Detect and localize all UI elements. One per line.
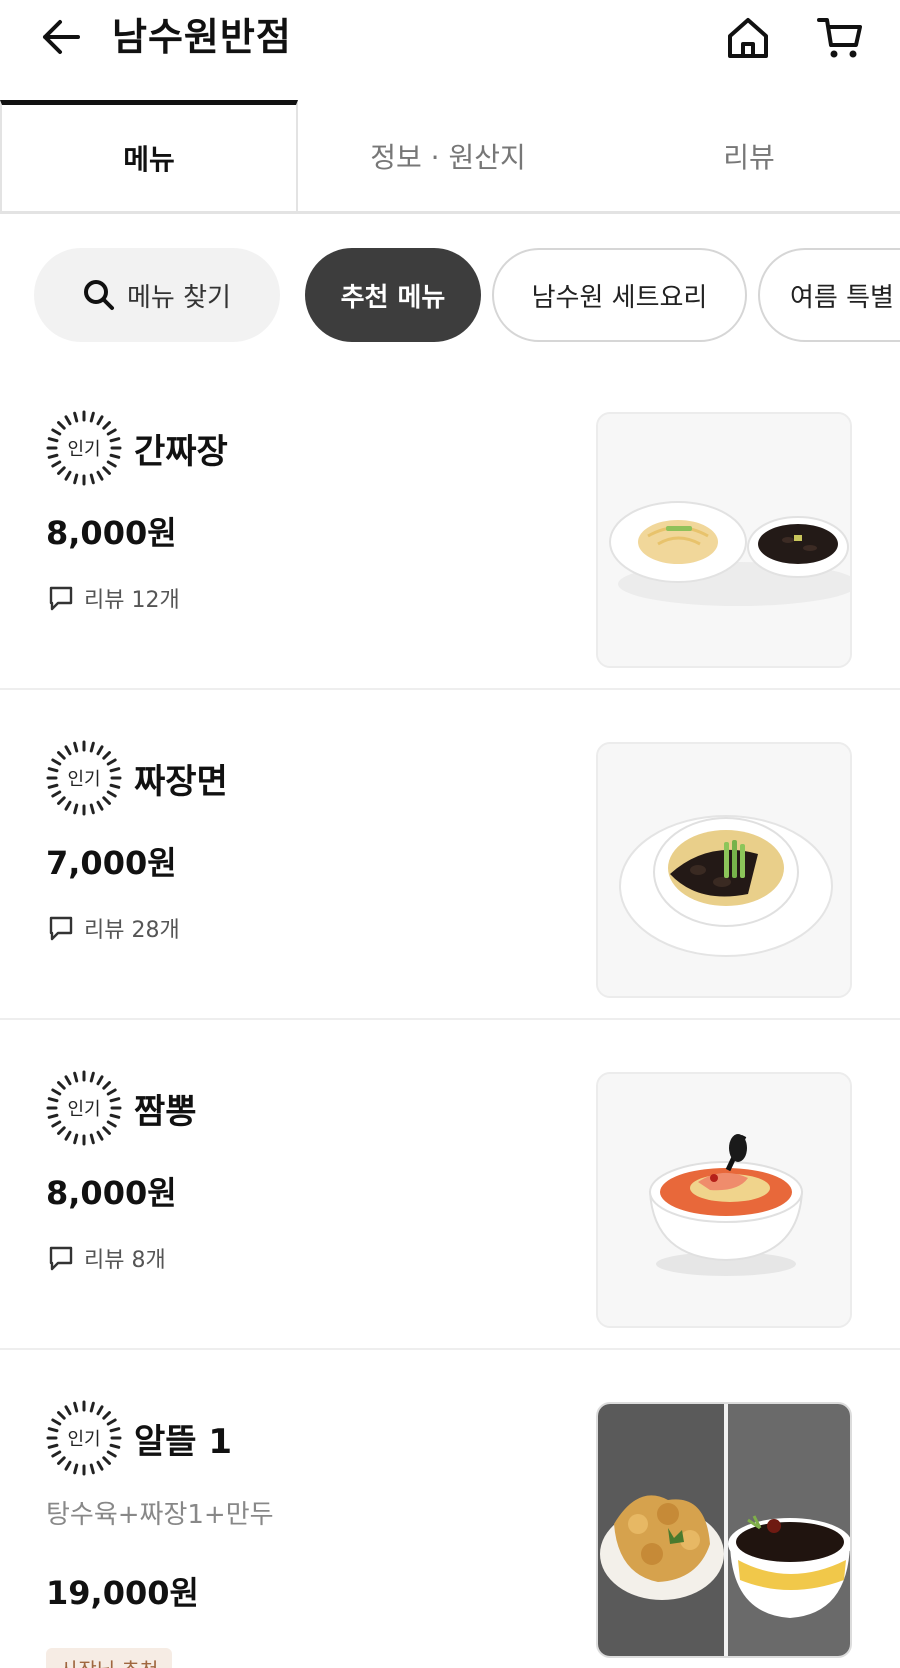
item-price: 8,000원: [46, 1174, 177, 1212]
popular-badge-label: 인기: [67, 439, 101, 460]
dish-image-ganjajang: [596, 412, 852, 668]
item-price: 7,000원: [46, 844, 177, 882]
home-button[interactable]: [720, 10, 776, 66]
review-count: 리뷰 12개: [48, 582, 180, 614]
review-count-label: 리뷰 28개: [84, 918, 180, 943]
item-header: 인기 간짜장: [46, 410, 228, 486]
back-button[interactable]: [34, 12, 86, 62]
menu-search-button[interactable]: 메뉴 찾기: [34, 248, 280, 342]
menu-search-label: 메뉴 찾기: [127, 282, 231, 313]
search-icon: [84, 280, 115, 310]
item-name: 짜장면: [134, 761, 228, 802]
cart-button[interactable]: [812, 10, 868, 66]
menu-list: 인기 간짜장 8,000원 리뷰 12개 인기 짜장면 7,000원 리뷰 28…: [0, 360, 900, 1668]
dish-image-jjamppong: [596, 1072, 852, 1328]
popular-badge-label: 인기: [67, 769, 101, 790]
menu-item[interactable]: 인기 짬뽕 8,000원 리뷰 8개: [0, 1020, 900, 1350]
popular-badge: 인기: [46, 1400, 122, 1476]
chip-summer-special[interactable]: 여름 특별: [758, 248, 900, 342]
menu-item[interactable]: 인기 간짜장 8,000원 리뷰 12개: [0, 360, 900, 690]
item-header: 인기 짬뽕: [46, 1070, 197, 1146]
popular-badge: 인기: [46, 1070, 122, 1146]
item-header: 인기 알뜰 1: [46, 1400, 232, 1476]
review-count-label: 리뷰 8개: [84, 1248, 166, 1273]
comment-icon: [49, 1246, 73, 1271]
menu-item[interactable]: 인기 알뜰 1 탕수육+짜장1+만두 19,000원 사장님 추천: [0, 1350, 900, 1668]
tab-info-origin[interactable]: 정보 · 원산지: [298, 100, 598, 211]
item-name: 간짜장: [134, 431, 228, 472]
cart-icon: [817, 18, 862, 58]
item-price: 19,000원: [46, 1574, 199, 1612]
tab-menu[interactable]: 메뉴: [0, 100, 298, 211]
chip-set-menu[interactable]: 남수원 세트요리: [492, 248, 747, 342]
review-count-label: 리뷰 12개: [84, 588, 180, 613]
item-header: 인기 짜장면: [46, 740, 228, 816]
review-count: 리뷰 28개: [48, 912, 180, 944]
top-app-bar: 남수원반점: [0, 0, 900, 100]
dish-image-jajangmyeon: [596, 742, 852, 998]
item-price: 8,000원: [46, 514, 177, 552]
arrow-left-icon: [43, 20, 80, 54]
store-tabs: 메뉴 정보 · 원산지 리뷰: [0, 100, 900, 214]
owner-recommend-tag: 사장님 추천: [46, 1648, 173, 1668]
tab-reviews[interactable]: 리뷰: [598, 100, 900, 211]
comment-icon: [49, 916, 73, 941]
dish-image-set-1: [596, 1402, 852, 1658]
item-name: 알뜰 1: [134, 1421, 233, 1462]
item-name: 짬뽕: [134, 1091, 197, 1132]
popular-badge: 인기: [46, 740, 122, 816]
review-count: 리뷰 8개: [48, 1242, 166, 1274]
home-icon: [728, 18, 768, 58]
category-chips: 메뉴 찾기 추천 메뉴 남수원 세트요리 여름 특별: [0, 246, 900, 346]
item-description: 탕수육+짜장1+만두: [46, 1500, 274, 1530]
popular-badge: 인기: [46, 410, 122, 486]
popular-badge-label: 인기: [67, 1099, 101, 1120]
popular-badge-label: 인기: [67, 1429, 101, 1450]
comment-icon: [49, 586, 73, 611]
chip-recommended[interactable]: 추천 메뉴: [305, 248, 481, 342]
store-title: 남수원반점: [112, 15, 292, 59]
menu-item[interactable]: 인기 짜장면 7,000원 리뷰 28개: [0, 690, 900, 1020]
